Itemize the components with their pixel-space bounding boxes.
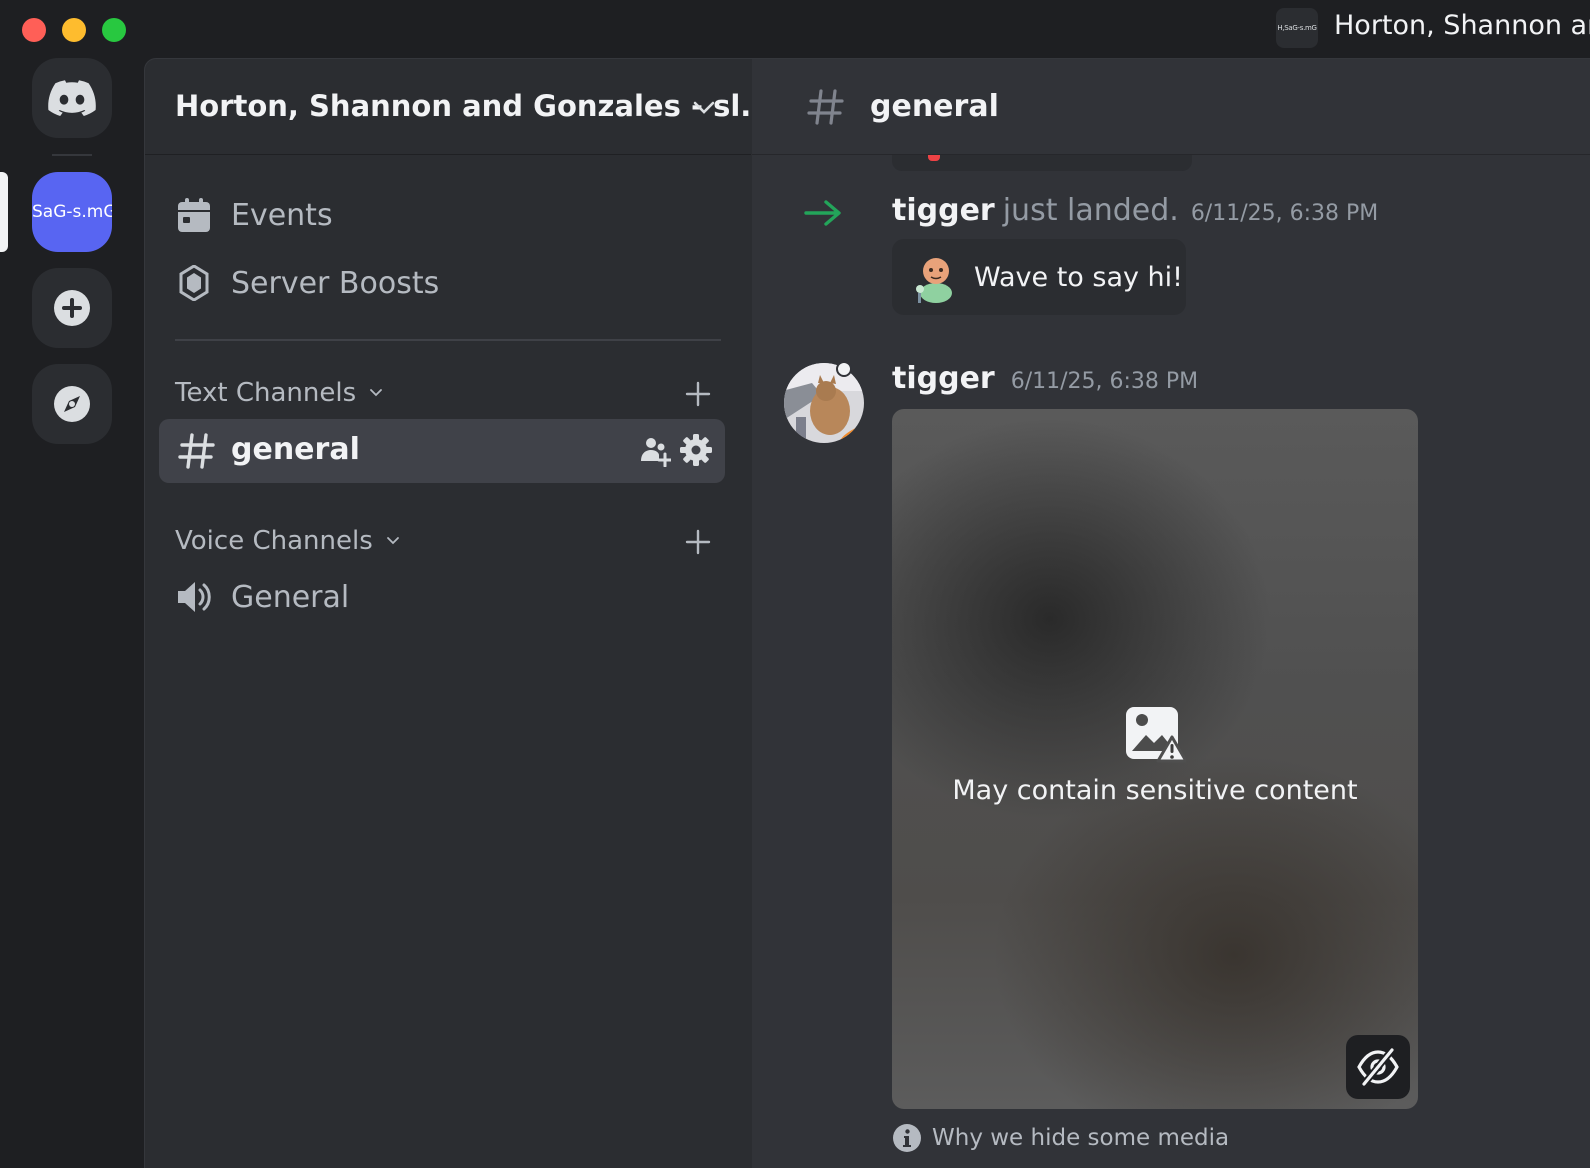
wave-sticker-icon bbox=[916, 258, 952, 303]
close-window-button[interactable] bbox=[22, 18, 46, 42]
chat-channel-name: general bbox=[870, 89, 999, 124]
speaker-icon bbox=[178, 582, 211, 612]
zoom-window-button[interactable] bbox=[102, 18, 126, 42]
server-header[interactable]: Horton, Shannon and Gonzales - sl... bbox=[145, 59, 773, 155]
create-voice-channel-plus-icon[interactable] bbox=[683, 527, 713, 557]
gear-icon[interactable] bbox=[679, 433, 713, 467]
image-warning-icon bbox=[1126, 707, 1186, 763]
info-icon bbox=[893, 1124, 921, 1152]
hashtag-icon bbox=[807, 89, 844, 125]
channel-item-general[interactable]: general bbox=[159, 419, 725, 483]
boost-icon bbox=[175, 264, 213, 302]
discord-logo-icon bbox=[48, 80, 96, 116]
plus-circle-icon bbox=[54, 290, 90, 326]
wave-to-say-hi-button[interactable]: Wave to say hi! bbox=[892, 239, 1186, 315]
channel-sidebar: Horton, Shannon and Gonzales - sl... Eve… bbox=[144, 58, 773, 1168]
server-button-sag[interactable]: SaG-s.mG bbox=[32, 172, 112, 252]
message-header: tigger 6/11/25, 6:38 PM bbox=[892, 361, 1198, 396]
timestamp: 6/11/25, 6:38 PM bbox=[1010, 369, 1199, 394]
minimize-window-button[interactable] bbox=[62, 18, 86, 42]
sticker-fragment bbox=[928, 155, 940, 161]
chevron-down-icon bbox=[386, 537, 399, 545]
category-voice-channels[interactable]: Voice Channels bbox=[175, 523, 401, 559]
category-label: Text Channels bbox=[175, 378, 357, 408]
chevron-down-icon bbox=[370, 389, 383, 397]
sensitive-media-attachment[interactable]: May contain sensitive content bbox=[892, 409, 1418, 1109]
window-title: Horton, Shannon and bbox=[1334, 10, 1590, 41]
rail-separator bbox=[52, 154, 92, 156]
sidebar-item-label: Events bbox=[231, 197, 333, 233]
sidebar-divider bbox=[175, 339, 721, 341]
create-text-channel-plus-icon[interactable] bbox=[683, 379, 713, 409]
invite-people-icon[interactable] bbox=[639, 435, 671, 467]
sidebar-item-events[interactable]: Events bbox=[175, 191, 333, 239]
category-label: Voice Channels bbox=[175, 526, 373, 556]
username[interactable]: tigger bbox=[892, 361, 995, 396]
window-server-icon: H,SaG-s.mG bbox=[1276, 8, 1318, 48]
timestamp: 6/11/25, 6:38 PM bbox=[1190, 201, 1379, 226]
chat-area: general tigger just landed. 6/11/25, 6:3… bbox=[752, 58, 1590, 1168]
previous-wave-card bbox=[892, 155, 1192, 171]
eye-slash-icon bbox=[1357, 1047, 1399, 1087]
selected-server-indicator bbox=[0, 172, 8, 252]
voice-channel-name: General bbox=[231, 579, 350, 615]
wave-button-label: Wave to say hi! bbox=[974, 261, 1183, 293]
add-server-button[interactable] bbox=[32, 268, 112, 348]
sidebar-item-server-boosts[interactable]: Server Boosts bbox=[175, 259, 439, 307]
channel-name: general bbox=[231, 432, 360, 467]
user-avatar[interactable] bbox=[782, 361, 866, 445]
discord-home-button[interactable] bbox=[32, 58, 112, 138]
category-text-channels[interactable]: Text Channels bbox=[175, 375, 384, 411]
server-rail: SaG-s.mG bbox=[0, 58, 144, 1168]
calendar-icon bbox=[175, 196, 213, 234]
chevron-down-icon bbox=[693, 101, 715, 114]
username[interactable]: tigger bbox=[892, 193, 995, 228]
why-we-hide-media-link[interactable]: Why we hide some media bbox=[892, 1123, 1229, 1153]
voice-channel-general[interactable]: General bbox=[175, 571, 349, 623]
server-button-label: SaG-s.mG bbox=[32, 202, 112, 222]
title-bar: H,SaG-s.mG Horton, Shannon and bbox=[0, 0, 1590, 58]
join-arrow-icon bbox=[804, 200, 841, 226]
server-name: Horton, Shannon and Gonzales - sl... bbox=[175, 89, 774, 123]
sensitive-content-warning: May contain sensitive content bbox=[952, 775, 1358, 806]
compass-icon bbox=[54, 386, 90, 422]
why-link-label: Why we hide some media bbox=[932, 1125, 1230, 1151]
hide-media-button[interactable] bbox=[1346, 1035, 1410, 1099]
join-text: just landed. bbox=[1002, 193, 1179, 228]
sidebar-item-label: Server Boosts bbox=[231, 265, 440, 301]
chat-header: general bbox=[752, 59, 1590, 155]
join-message: tigger just landed. 6/11/25, 6:38 PM bbox=[892, 193, 1378, 228]
discover-button[interactable] bbox=[32, 364, 112, 444]
hashtag-icon bbox=[178, 433, 215, 469]
